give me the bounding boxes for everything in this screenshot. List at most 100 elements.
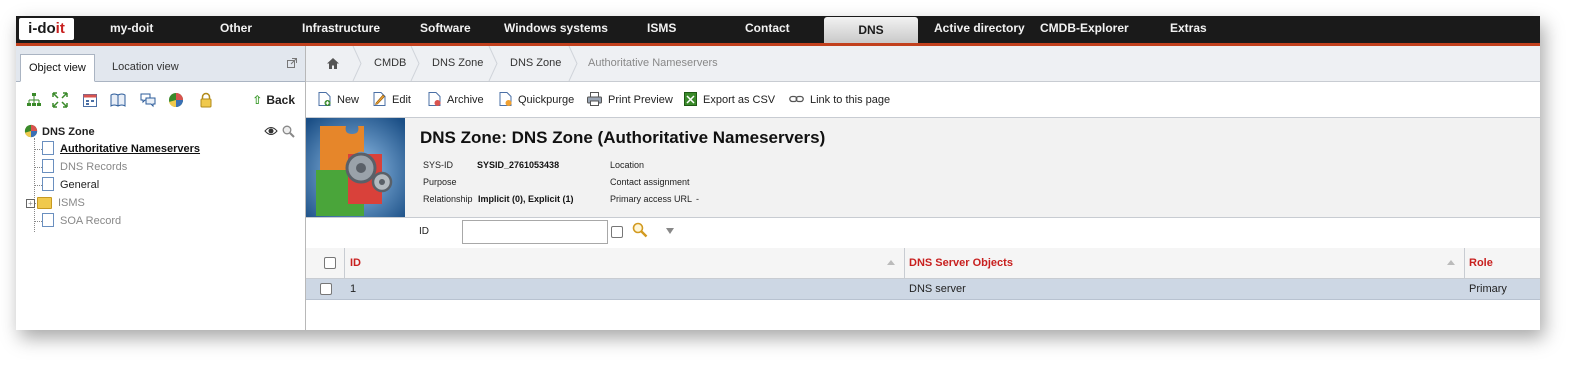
search-icon[interactable] [282, 125, 295, 138]
left-toolbar: ⇧ Back [16, 82, 305, 118]
back-button[interactable]: ⇧ Back [252, 93, 295, 107]
link-to-page-button[interactable]: Link to this page [789, 91, 890, 109]
tree-item-soa-record[interactable]: SOA Record [42, 213, 121, 229]
filter-checkbox[interactable] [611, 226, 623, 238]
view-tabs: Object view Location view [16, 46, 305, 82]
breadcrumb-dns-zone-object[interactable]: DNS Zone [510, 46, 561, 81]
pie-chart-icon[interactable] [168, 92, 184, 108]
eye-icon[interactable] [264, 125, 278, 137]
idoit-logo[interactable]: i-doit [19, 18, 74, 40]
comments-icon[interactable] [140, 92, 156, 108]
nav-isms[interactable]: ISMS [647, 16, 676, 43]
cell-dns-server-object[interactable]: DNS server [909, 279, 966, 299]
relationship-value[interactable]: Implicit (0), Explicit (1) [478, 194, 574, 204]
dns-globe-icon [24, 124, 38, 138]
primary-access-url-label: Primary access URL [610, 194, 693, 204]
tree-item-dns-records[interactable]: DNS Records [42, 159, 127, 175]
document-icon [42, 159, 54, 174]
quickpurge-button[interactable]: Quickpurge [499, 91, 574, 109]
column-header-id[interactable]: ID [350, 248, 361, 278]
tree-item-label: DNS Records [60, 161, 128, 173]
breadcrumb-separator [488, 46, 498, 81]
sysid-value: SYSID_2761053438 [477, 160, 560, 170]
filter-id-input[interactable] [462, 220, 608, 244]
nav-contact[interactable]: Contact [745, 16, 790, 43]
document-icon [42, 213, 54, 228]
column-header-role[interactable]: Role [1469, 248, 1493, 278]
column-divider [904, 248, 905, 279]
top-navigation: i-doit my-doit Other Infrastructure Soft… [16, 16, 1540, 46]
breadcrumb: CMDB DNS Zone DNS Zone Authoritative Nam… [306, 46, 1540, 82]
chevron-down-icon[interactable] [666, 228, 674, 234]
row-checkbox[interactable] [320, 283, 332, 295]
lock-icon[interactable] [198, 92, 214, 108]
tree-structure-icon[interactable] [26, 92, 42, 108]
book-icon[interactable] [110, 92, 126, 108]
column-divider [344, 248, 345, 279]
breadcrumb-current: Authoritative Nameservers [588, 57, 718, 69]
nav-infrastructure[interactable]: Infrastructure [302, 16, 380, 43]
object-type-image [306, 118, 405, 217]
breadcrumb-separator [568, 46, 578, 81]
logo-text-accent: it [55, 20, 65, 37]
breadcrumb-separator [410, 46, 420, 81]
sort-icon[interactable] [1447, 260, 1455, 265]
spreadsheet-icon [684, 92, 697, 107]
new-button[interactable]: New [318, 91, 359, 109]
link-to-page-label: Link to this page [810, 94, 891, 106]
tab-location-view[interactable]: Location view [104, 54, 187, 80]
cell-id: 1 [350, 283, 357, 295]
tree-item-label: ISMS [58, 197, 85, 209]
tree-item-label: SOA Record [60, 215, 122, 227]
breadcrumb-separator [352, 46, 362, 81]
document-icon [42, 141, 54, 156]
link-chain-icon [789, 95, 804, 103]
calendar-icon[interactable] [82, 92, 98, 108]
archive-icon [428, 92, 441, 107]
breadcrumb-cmdb[interactable]: CMDB [374, 46, 406, 81]
expand-icon[interactable] [52, 92, 68, 108]
object-header: DNS Zone: DNS Zone (Authoritative Namese… [306, 118, 1540, 218]
back-label: Back [266, 93, 295, 107]
column-header-dns-server-objects[interactable]: DNS Server Objects [909, 248, 1013, 278]
nav-cmdb-explorer[interactable]: CMDB-Explorer [1040, 16, 1129, 43]
nav-my-doit[interactable]: my-doit [110, 16, 153, 43]
tree-root-label: DNS Zone [42, 126, 95, 138]
logo-text: i-do [28, 20, 56, 37]
sort-icon[interactable] [887, 260, 895, 265]
table-row[interactable]: 1 DNS server Primary [306, 279, 1540, 300]
primary-access-url-value: - [696, 194, 699, 204]
action-toolbar: New Edit Archive Quickpurge Print Previe… [306, 82, 1540, 118]
nav-active-directory[interactable]: Active directory [934, 16, 1025, 43]
quickpurge-icon [499, 92, 512, 107]
nav-dns[interactable]: DNS [824, 17, 918, 43]
tree-item-general[interactable]: General [42, 177, 99, 193]
nav-software[interactable]: Software [420, 16, 471, 43]
nav-extras[interactable]: Extras [1170, 16, 1207, 43]
select-all-checkbox[interactable] [324, 257, 336, 269]
breadcrumb-dns-zone-type[interactable]: DNS Zone [432, 46, 483, 81]
new-label: New [337, 94, 360, 106]
filter-search-icon[interactable] [632, 222, 648, 238]
nav-windows-systems[interactable]: Windows systems [504, 16, 608, 43]
tree-connector [34, 167, 42, 168]
up-arrow-icon: ⇧ [252, 93, 263, 107]
tree-connector [34, 221, 42, 222]
edit-button[interactable]: Edit [373, 91, 411, 109]
page-title: DNS Zone: DNS Zone (Authoritative Namese… [420, 128, 826, 147]
nav-other[interactable]: Other [220, 16, 252, 43]
sysid-label: SYS-ID [423, 160, 454, 170]
popout-icon[interactable] [287, 58, 297, 68]
tree-item-authoritative-nameservers[interactable]: Authoritative Nameservers [42, 141, 200, 157]
tree-connector [34, 185, 42, 186]
tab-object-view[interactable]: Object view [20, 54, 95, 82]
tree-item-isms[interactable]: + ISMS [26, 195, 85, 211]
archive-button[interactable]: Archive [428, 91, 484, 109]
home-icon[interactable] [326, 57, 340, 70]
archive-label: Archive [447, 94, 484, 106]
table-header: ID DNS Server Objects Role [306, 248, 1540, 279]
print-preview-button[interactable]: Print Preview [587, 91, 673, 109]
purpose-label: Purpose [423, 177, 457, 187]
expand-plus-icon[interactable]: + [26, 198, 35, 208]
export-csv-button[interactable]: Export as CSV [684, 91, 775, 109]
